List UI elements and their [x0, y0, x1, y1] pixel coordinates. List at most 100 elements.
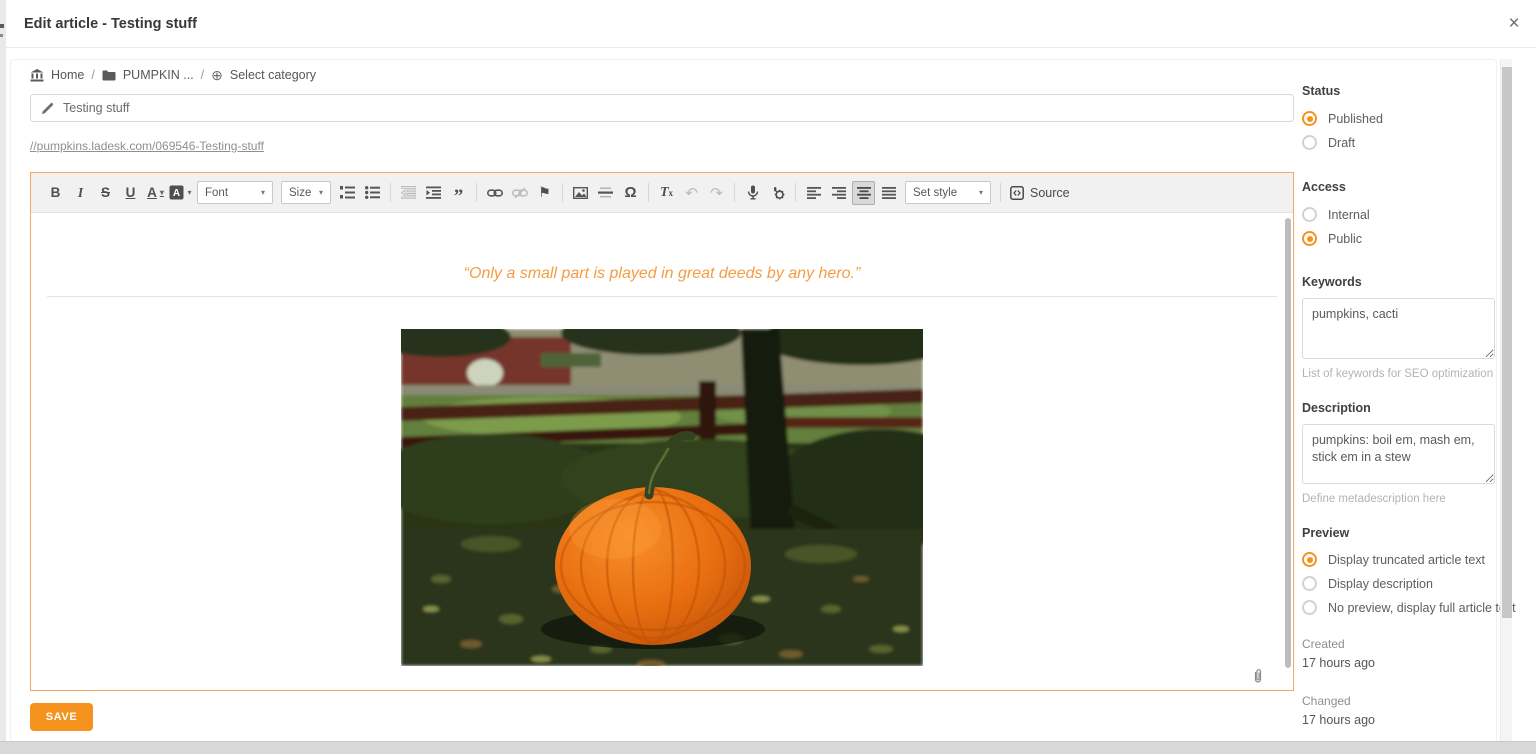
edit-article-modal: Edit article - Testing stuff × Home / PU…	[6, 0, 1536, 741]
access-internal-radio[interactable]: Internal	[1302, 207, 1502, 222]
preview-label: Preview	[1302, 526, 1502, 540]
breadcrumb-select-category[interactable]: Select category	[230, 68, 316, 82]
status-label: Status	[1302, 84, 1502, 98]
radio-unselected-icon	[1302, 576, 1317, 591]
bold-button[interactable]: B	[44, 181, 67, 205]
article-quote-text: “Only a small part is played in great de…	[31, 265, 1293, 283]
status-draft-radio[interactable]: Draft	[1302, 135, 1502, 150]
justify-button[interactable]	[877, 181, 900, 205]
svg-text:A: A	[173, 188, 180, 199]
editor-scrollbar[interactable]	[1285, 218, 1291, 668]
chevron-down-icon: ▾	[160, 188, 164, 197]
access-label: Access	[1302, 180, 1502, 194]
modal-title: Edit article - Testing stuff	[24, 16, 197, 32]
breadcrumb: Home / PUMPKIN ... / ⊕ Select category	[30, 68, 316, 82]
pencil-icon	[41, 102, 54, 115]
toolbar-separator	[795, 183, 796, 202]
undo-button[interactable]: ↶	[680, 181, 703, 205]
source-icon	[1010, 186, 1024, 200]
preview-nopreview-radio[interactable]: No preview, display full article text	[1302, 600, 1502, 615]
keywords-label: Keywords	[1302, 275, 1502, 289]
article-settings-sidebar: Status Published Draft Access Internal P…	[1302, 84, 1502, 727]
toolbar-separator	[734, 183, 735, 202]
keywords-hint: List of keywords for SEO optimization	[1302, 368, 1502, 380]
background-color-button[interactable]: A ▾	[169, 181, 192, 205]
set-style-dropdown[interactable]: Set style▾	[905, 181, 991, 204]
anchor-flag-button[interactable]: ⚑	[533, 181, 556, 205]
toolbar-separator	[1000, 183, 1001, 202]
align-left-button[interactable]	[802, 181, 825, 205]
breadcrumb-separator-2: /	[201, 68, 204, 82]
font-dropdown[interactable]: Font▾	[197, 181, 273, 204]
chevron-down-icon: ▾	[187, 188, 191, 197]
italic-button[interactable]: I	[69, 181, 92, 205]
description-textarea[interactable]: pumpkins: boil em, mash em, stick em in …	[1302, 424, 1495, 484]
horizontal-rule-button[interactable]	[594, 181, 617, 205]
editor-toolbar: B I S U A▾ A ▾ Font▾ Size▾ ”	[31, 173, 1293, 213]
toolbar-separator	[476, 183, 477, 202]
dictation-settings-gear-button[interactable]	[766, 181, 789, 205]
decrease-indent-button[interactable]	[397, 181, 420, 205]
radio-unselected-icon	[1302, 207, 1317, 222]
breadcrumb-separator: /	[91, 68, 94, 82]
underline-button[interactable]: U	[119, 181, 142, 205]
remove-format-button[interactable]: Tx	[655, 181, 678, 205]
article-title-field[interactable]	[30, 94, 1294, 122]
content-horizontal-rule	[47, 296, 1277, 297]
radio-unselected-icon	[1302, 135, 1317, 150]
breadcrumb-category[interactable]: PUMPKIN ...	[123, 68, 194, 82]
home-icon	[30, 69, 44, 82]
text-color-button[interactable]: A▾	[144, 181, 167, 205]
description-label: Description	[1302, 401, 1502, 415]
article-url-link[interactable]: //pumpkins.ladesk.com/069546-Testing-stu…	[30, 139, 264, 153]
radio-selected-icon	[1302, 552, 1317, 567]
bullet-list-button[interactable]	[361, 181, 384, 205]
modal-scrollbar-thumb[interactable]	[1502, 67, 1512, 618]
changed-label: Changed	[1302, 694, 1502, 708]
folder-icon	[102, 70, 116, 81]
radio-selected-icon	[1302, 231, 1317, 246]
chevron-down-icon: ▾	[979, 188, 983, 197]
attachment-paperclip-icon[interactable]	[1251, 668, 1265, 684]
numbered-list-button[interactable]	[336, 181, 359, 205]
dictation-microphone-button[interactable]	[741, 181, 764, 205]
breadcrumb-home[interactable]: Home	[51, 68, 84, 82]
special-character-button[interactable]: Ω	[619, 181, 642, 205]
align-center-button[interactable]	[852, 181, 875, 205]
preview-description-radio[interactable]: Display description	[1302, 576, 1502, 591]
preview-truncated-radio[interactable]: Display truncated article text	[1302, 552, 1502, 567]
description-hint: Define metadescription here	[1302, 493, 1502, 505]
article-image-pumpkin[interactable]	[401, 329, 923, 666]
close-icon[interactable]: ×	[1503, 13, 1525, 35]
select-category-icon: ⊕	[211, 68, 223, 82]
radio-unselected-icon	[1302, 600, 1317, 615]
created-label: Created	[1302, 637, 1502, 651]
modal-header: Edit article - Testing stuff ×	[6, 0, 1536, 48]
chevron-down-icon: ▾	[319, 188, 323, 197]
unlink-button[interactable]	[508, 181, 531, 205]
redo-button[interactable]: ↷	[705, 181, 728, 205]
article-title-input[interactable]	[63, 101, 1293, 115]
editor-content-area[interactable]: “Only a small part is played in great de…	[31, 213, 1293, 690]
save-button[interactable]: SAVE	[30, 703, 93, 731]
created-value: 17 hours ago	[1302, 656, 1502, 670]
blockquote-button[interactable]: ”	[447, 181, 470, 205]
access-public-radio[interactable]: Public	[1302, 231, 1502, 246]
toolbar-separator	[390, 183, 391, 202]
insert-link-button[interactable]	[483, 181, 506, 205]
radio-selected-icon	[1302, 111, 1317, 126]
page-background-strip	[0, 741, 1536, 754]
chevron-down-icon: ▾	[261, 188, 265, 197]
modal-scrollbar-track[interactable]	[1500, 59, 1512, 741]
keywords-textarea[interactable]: pumpkins, cacti	[1302, 298, 1495, 359]
source-button[interactable]: Source	[1006, 186, 1074, 200]
toolbar-separator	[648, 183, 649, 202]
toolbar-separator	[562, 183, 563, 202]
insert-image-button[interactable]	[569, 181, 592, 205]
status-published-radio[interactable]: Published	[1302, 111, 1502, 126]
size-dropdown[interactable]: Size▾	[281, 181, 331, 204]
increase-indent-button[interactable]	[422, 181, 445, 205]
rich-text-editor: B I S U A▾ A ▾ Font▾ Size▾ ”	[30, 172, 1294, 691]
strikethrough-button[interactable]: S	[94, 181, 117, 205]
align-right-button[interactable]	[827, 181, 850, 205]
